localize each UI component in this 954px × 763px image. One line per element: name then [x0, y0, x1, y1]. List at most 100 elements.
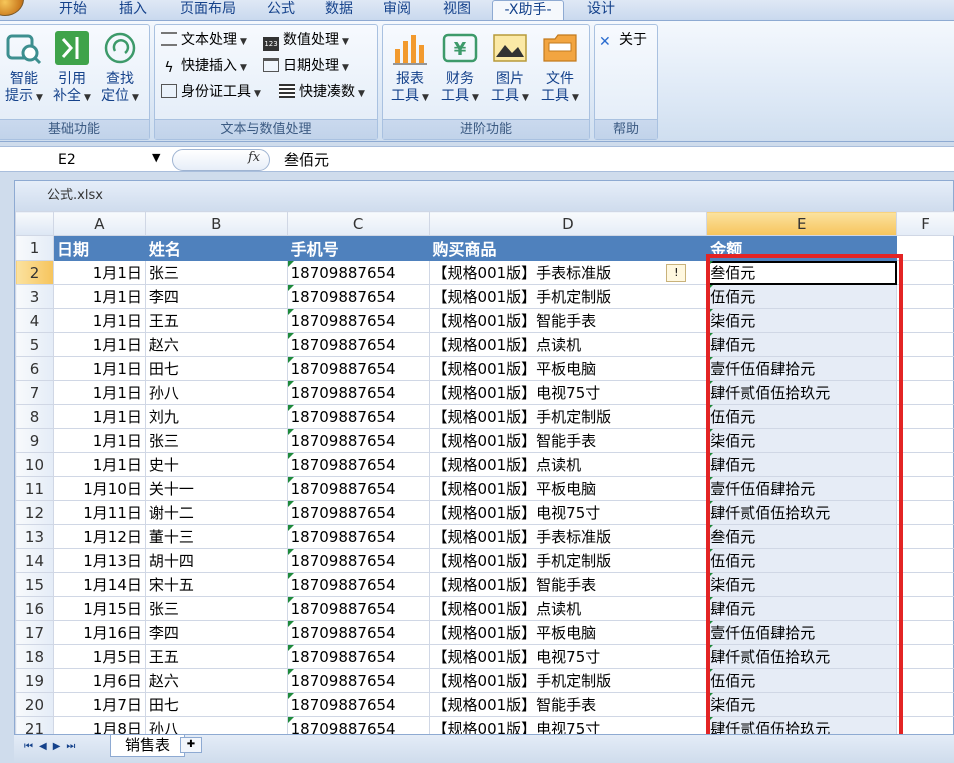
row-header[interactable]: 9: [15, 428, 54, 453]
cell-product[interactable]: 【规格001版】智能手表: [428, 572, 708, 597]
tab-design[interactable]: 设计: [578, 0, 624, 20]
date-process-button[interactable]: 日期处理 ▼: [263, 55, 349, 77]
id-card-tool-button[interactable]: 身份证工具 ▼: [161, 81, 261, 103]
row-header[interactable]: 17: [15, 620, 54, 645]
cell-phone[interactable]: 18709887654: [286, 596, 430, 621]
cell-name[interactable]: 张三: [144, 596, 288, 621]
cell-product[interactable]: 【规格001版】电视75寸: [428, 380, 708, 405]
tab-data[interactable]: 数据: [316, 0, 362, 20]
cell-date[interactable]: 1月12日: [52, 524, 146, 549]
sheet-nav-arrows-icon[interactable]: ⏮◀▶⏭: [24, 741, 81, 752]
cell-name[interactable]: 董十三: [144, 524, 288, 549]
column-header-d[interactable]: D: [428, 211, 708, 236]
cell-phone[interactable]: 18709887654: [286, 308, 430, 333]
finance-tool-button[interactable]: ¥ 财务 工具 ▼: [435, 29, 485, 117]
row-header[interactable]: 6: [15, 356, 54, 381]
empty-cell[interactable]: [896, 356, 954, 381]
cell-date[interactable]: 1月1日: [52, 284, 146, 309]
cell-date[interactable]: 1月1日: [52, 380, 146, 405]
tab-home[interactable]: 开始: [50, 0, 96, 20]
error-check-icon[interactable]: !: [666, 264, 687, 282]
cell-product[interactable]: 【规格001版】手表标准版: [428, 524, 708, 549]
quick-sum-button[interactable]: 快捷凑数 ▼: [279, 81, 365, 103]
empty-cell[interactable]: [896, 476, 954, 501]
cell-product[interactable]: 【规格001版】智能手表: [428, 308, 708, 333]
empty-cell[interactable]: [896, 644, 954, 669]
tab-view[interactable]: 视图: [434, 0, 480, 20]
row-header[interactable]: 1: [15, 235, 54, 261]
cell-phone[interactable]: 18709887654: [286, 404, 430, 429]
cell-product[interactable]: 【规格001版】平板电脑: [428, 356, 708, 381]
cell-name[interactable]: 刘九: [144, 404, 288, 429]
file-tool-button[interactable]: 文件 工具 ▼: [535, 29, 585, 117]
image-tool-button[interactable]: 图片 工具 ▼: [485, 29, 535, 117]
cell-date[interactable]: 1月1日: [52, 332, 146, 357]
cell-phone[interactable]: 18709887654: [286, 548, 430, 573]
cell-product[interactable]: 【规格001版】点读机: [428, 596, 708, 621]
cell-phone[interactable]: 18709887654: [286, 332, 430, 357]
empty-cell[interactable]: [896, 452, 954, 477]
column-header-b[interactable]: B: [144, 211, 288, 236]
cell-date[interactable]: 1月1日: [52, 404, 146, 429]
cell-name[interactable]: 田七: [144, 356, 288, 381]
cell-date[interactable]: 1月10日: [52, 476, 146, 501]
empty-cell[interactable]: [896, 668, 954, 693]
tab-page-layout[interactable]: 页面布局: [172, 0, 244, 20]
row-header[interactable]: 7: [15, 380, 54, 405]
cell-name[interactable]: 谢十二: [144, 500, 288, 525]
cell-product[interactable]: 【规格001版】手表标准版!: [428, 260, 708, 285]
row-header[interactable]: 11: [15, 476, 54, 501]
header-cell-date[interactable]: 日期: [52, 235, 146, 261]
cell-name[interactable]: 田七: [144, 692, 288, 717]
tab-formulas[interactable]: 公式: [258, 0, 304, 20]
cell-name[interactable]: 宋十五: [144, 572, 288, 597]
cell-date[interactable]: 1月7日: [52, 692, 146, 717]
cell-name[interactable]: 赵六: [144, 668, 288, 693]
cell-name[interactable]: 关十一: [144, 476, 288, 501]
cell-phone[interactable]: 18709887654: [286, 500, 430, 525]
cell-name[interactable]: 王五: [144, 644, 288, 669]
insert-sheet-icon[interactable]: ✚: [180, 737, 202, 753]
header-cell-name[interactable]: 姓名: [144, 235, 288, 261]
cell-name[interactable]: 胡十四: [144, 548, 288, 573]
empty-cell[interactable]: [896, 260, 954, 285]
row-header[interactable]: 18: [15, 644, 54, 669]
empty-cell[interactable]: [896, 428, 954, 453]
row-header[interactable]: 5: [15, 332, 54, 357]
report-tool-button[interactable]: 报表 工具 ▼: [385, 29, 435, 117]
cell-name[interactable]: 李四: [144, 284, 288, 309]
column-header-a[interactable]: A: [52, 211, 146, 236]
cell-product[interactable]: 【规格001版】平板电脑: [428, 476, 708, 501]
empty-cell[interactable]: [896, 692, 954, 717]
number-process-button[interactable]: 123 数值处理 ▼: [263, 29, 349, 51]
cell-name[interactable]: 史十: [144, 452, 288, 477]
cell-product[interactable]: 【规格001版】电视75寸: [428, 644, 708, 669]
row-header[interactable]: 2: [15, 260, 54, 285]
cell-date[interactable]: 1月14日: [52, 572, 146, 597]
header-cell-phone[interactable]: 手机号: [286, 235, 430, 261]
cell-product[interactable]: 【规格001版】手机定制版: [428, 548, 708, 573]
empty-cell[interactable]: [896, 235, 954, 261]
empty-cell[interactable]: [896, 380, 954, 405]
empty-cell[interactable]: [896, 572, 954, 597]
row-header[interactable]: 13: [15, 524, 54, 549]
sheet-tab-sales[interactable]: 销售表: [110, 735, 186, 757]
row-header[interactable]: 20: [15, 692, 54, 717]
formula-input[interactable]: 叁佰元: [284, 149, 329, 171]
cell-phone[interactable]: 18709887654: [286, 452, 430, 477]
cell-date[interactable]: 1月1日: [52, 260, 146, 285]
cell-phone[interactable]: 18709887654: [286, 428, 430, 453]
find-locate-button[interactable]: 查找 定位 ▼: [95, 29, 145, 117]
cell-phone[interactable]: 18709887654: [286, 692, 430, 717]
cell-product[interactable]: 【规格001版】手机定制版: [428, 284, 708, 309]
cell-date[interactable]: 1月6日: [52, 668, 146, 693]
column-header-c[interactable]: C: [286, 211, 430, 236]
row-header[interactable]: 8: [15, 404, 54, 429]
name-box-dropdown-icon[interactable]: ▼: [152, 151, 160, 164]
cell-product[interactable]: 【规格001版】电视75寸: [428, 500, 708, 525]
empty-cell[interactable]: [896, 620, 954, 645]
column-header-e[interactable]: E: [706, 211, 898, 236]
row-header[interactable]: 10: [15, 452, 54, 477]
cell-product[interactable]: 【规格001版】智能手表: [428, 428, 708, 453]
column-header-f[interactable]: F: [896, 211, 954, 236]
